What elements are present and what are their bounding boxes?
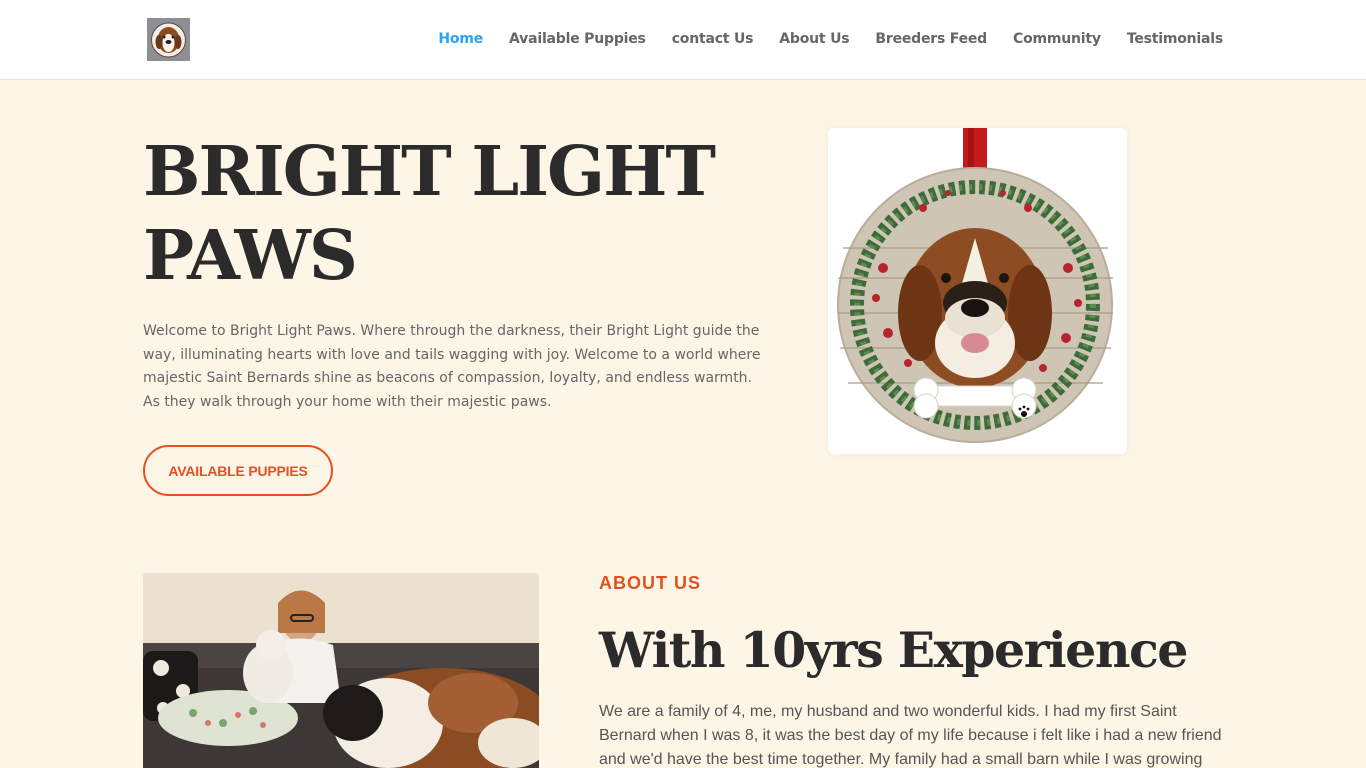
nav-contact-us[interactable]: contact Us [672,31,754,47]
about-section-label: ABOUT US [599,573,701,593]
christmas-ornament-icon [828,128,1127,454]
about-description: We are a family of 4, me, my husband and… [599,703,1222,768]
main-nav: Home Available Puppies contact Us About … [438,31,1223,47]
available-puppies-button[interactable]: AVAILABLE PUPPIES [143,445,333,496]
nav-testimonials[interactable]: Testimonials [1127,31,1223,47]
nav-available-puppies[interactable]: Available Puppies [509,31,646,47]
site-header: Home Available Puppies contact Us About … [0,0,1366,80]
saint-bernard-logo-icon [147,18,190,61]
family-photo [143,573,539,768]
nav-about-us[interactable]: About Us [779,31,849,47]
nav-home[interactable]: Home [438,31,483,47]
nav-community[interactable]: Community [1013,31,1101,47]
ornament-image [828,128,1127,454]
hero-description: Welcome to Bright Light Paws. Where thro… [143,323,761,410]
family-with-dogs-icon [143,573,539,768]
about-heading: With 10yrs Experience [599,621,1188,679]
hero-title: BRIGHT LIGHT PAWS [143,132,716,296]
nav-breeders-feed[interactable]: Breeders Feed [875,31,987,47]
site-logo[interactable] [147,18,190,61]
